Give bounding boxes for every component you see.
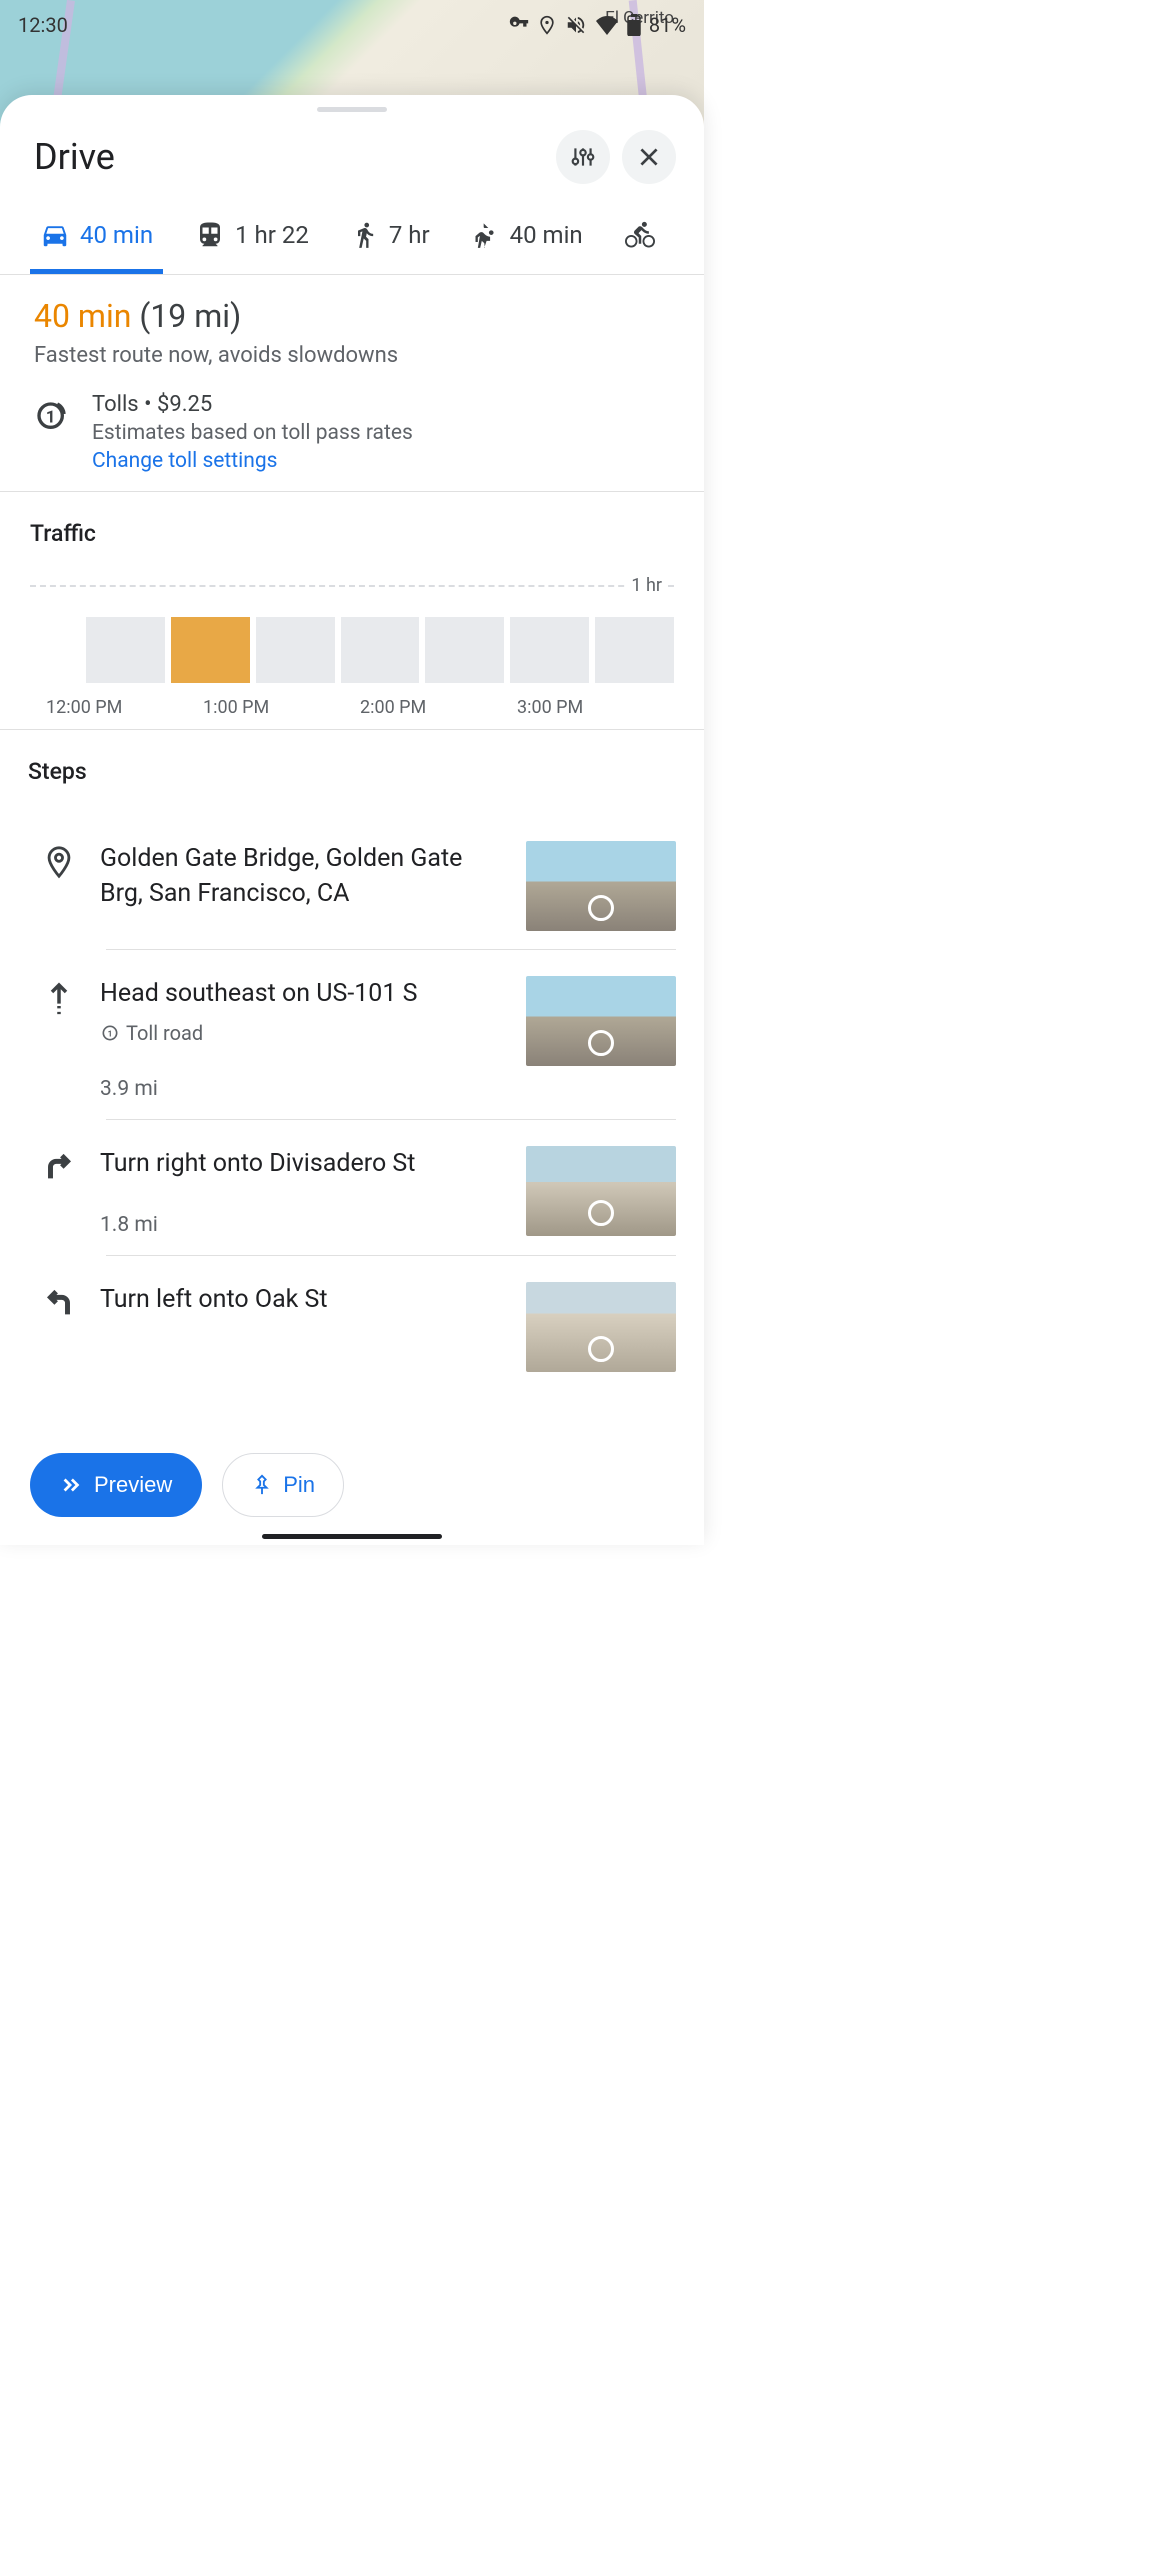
straight-icon xyxy=(38,980,80,1018)
traffic-time-label: 1:00 PM xyxy=(203,697,360,718)
options-button[interactable] xyxy=(556,130,610,184)
svg-text:1: 1 xyxy=(108,1029,113,1039)
traffic-time-label: 3:00 PM xyxy=(517,697,674,718)
traffic-bar[interactable] xyxy=(341,617,420,683)
traffic-bar[interactable] xyxy=(595,617,674,683)
rideshare-icon xyxy=(472,221,500,249)
traffic-title: Traffic xyxy=(30,520,674,547)
tab-transit[interactable]: 1 hr 22 xyxy=(191,204,313,274)
toll-row: 1 Tolls • $9.25 Estimates based on toll … xyxy=(34,392,670,473)
status-bar: 12:30 81% xyxy=(0,0,704,50)
route-time: 40 min xyxy=(34,297,131,335)
traffic-bar[interactable] xyxy=(425,617,504,683)
vpn-key-icon xyxy=(509,15,529,35)
battery-icon xyxy=(627,14,641,36)
directions-sheet: Drive 40 min 1 hr 22 7 hr 40 min xyxy=(0,95,704,1545)
route-distance: (19 mi) xyxy=(139,297,241,335)
tab-rideshare[interactable]: 40 min xyxy=(468,204,587,274)
chevrons-right-icon xyxy=(60,1474,82,1496)
tab-bike[interactable] xyxy=(621,204,659,274)
step-toll-label: 1 Toll road xyxy=(100,1021,506,1045)
step-item[interactable]: Head southeast on US-101 S 1 Toll road 3.9… xyxy=(28,950,676,1119)
sheet-title: Drive xyxy=(34,136,544,178)
walk-icon xyxy=(351,221,379,249)
status-time: 12:30 xyxy=(18,13,68,37)
step-distance: 3.9 mi xyxy=(100,1077,506,1101)
traffic-bar[interactable] xyxy=(86,617,165,683)
transit-icon xyxy=(195,220,225,250)
step-item[interactable]: Golden Gate Bridge, Golden Gate Brg, San… xyxy=(28,815,676,949)
route-info: 40 min (19 mi) Fastest route now, avoids… xyxy=(0,275,704,492)
step-text: Head southeast on US-101 S xyxy=(100,976,506,1011)
steps-section: Steps Golden Gate Bridge, Golden Gate Br… xyxy=(0,730,704,1490)
step-item[interactable]: Turn right onto Divisadero St 1.8 mi xyxy=(28,1120,676,1255)
route-subtitle: Fastest route now, avoids slowdowns xyxy=(34,343,670,368)
home-indicator[interactable] xyxy=(262,1534,442,1539)
traffic-time-label: 2:00 PM xyxy=(360,697,517,718)
tab-drive[interactable]: 40 min xyxy=(36,204,157,274)
steps-title: Steps xyxy=(28,758,676,785)
pin-button[interactable]: Pin xyxy=(222,1453,344,1517)
left-icon xyxy=(38,1286,80,1320)
traffic-chart[interactable]: 1 hr 12:00 PM1:00 PM2:00 PM3:00 PM xyxy=(30,577,674,707)
close-icon xyxy=(636,144,662,170)
step-text: Golden Gate Bridge, Golden Gate Brg, San… xyxy=(100,841,506,911)
status-battery: 81% xyxy=(649,13,686,37)
step-streetview-thumb[interactable] xyxy=(526,1146,676,1236)
step-streetview-thumb[interactable] xyxy=(526,841,676,931)
step-streetview-thumb[interactable] xyxy=(526,976,676,1066)
location-pin-icon xyxy=(537,15,557,35)
wifi-icon xyxy=(595,15,619,35)
pin-icon xyxy=(38,845,80,879)
step-text: Turn left onto Oak St xyxy=(100,1282,506,1317)
bottom-action-bar: Preview Pin xyxy=(0,1435,704,1545)
chart-max-label: 1 hr xyxy=(627,575,666,596)
pushpin-icon xyxy=(251,1474,273,1496)
sliders-icon xyxy=(570,144,596,170)
sheet-header: Drive xyxy=(0,122,704,204)
mode-tabs: 40 min 1 hr 22 7 hr 40 min xyxy=(0,204,704,275)
toll-icon: 1 xyxy=(34,394,74,434)
bike-icon xyxy=(625,220,655,250)
preview-button[interactable]: Preview xyxy=(30,1453,202,1517)
right-icon xyxy=(38,1150,80,1184)
tab-walk[interactable]: 7 hr xyxy=(347,204,434,274)
step-streetview-thumb[interactable] xyxy=(526,1282,676,1372)
traffic-time-label: 12:00 PM xyxy=(46,697,203,718)
traffic-bar[interactable] xyxy=(171,617,250,683)
traffic-section: Traffic 1 hr 12:00 PM1:00 PM2:00 PM3:00 … xyxy=(0,492,704,730)
traffic-bar[interactable] xyxy=(256,617,335,683)
toll-text: Tolls • $9.25 xyxy=(92,392,413,417)
step-distance: 1.8 mi xyxy=(100,1213,506,1237)
toll-settings-link[interactable]: Change toll settings xyxy=(92,449,413,473)
car-icon xyxy=(40,220,70,250)
svg-text:1: 1 xyxy=(46,408,56,427)
step-item[interactable]: Turn left onto Oak St xyxy=(28,1256,676,1390)
mute-icon xyxy=(565,14,587,36)
traffic-bar[interactable] xyxy=(510,617,589,683)
close-button[interactable] xyxy=(622,130,676,184)
toll-estimate: Estimates based on toll pass rates xyxy=(92,421,413,445)
sheet-grabber[interactable] xyxy=(317,107,387,112)
step-text: Turn right onto Divisadero St xyxy=(100,1146,506,1181)
